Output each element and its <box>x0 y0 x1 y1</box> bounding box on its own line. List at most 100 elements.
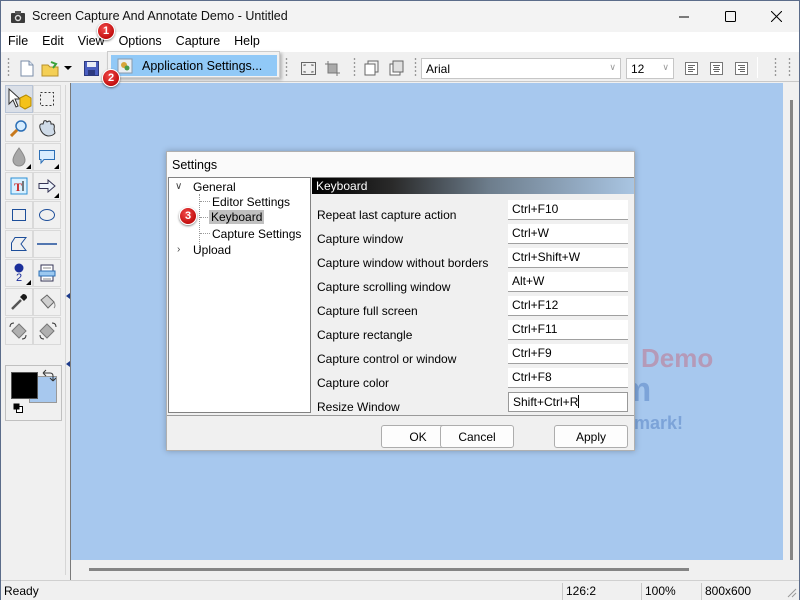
menu-help[interactable]: Help <box>227 32 267 52</box>
rotate-left-tool[interactable] <box>5 317 33 345</box>
shortcut-input[interactable]: Ctrl+F12 <box>508 296 628 316</box>
menu-edit[interactable]: Edit <box>35 32 71 52</box>
app-camera-icon <box>11 11 25 23</box>
reset-colors-icon[interactable] <box>13 403 24 414</box>
shortcut-input[interactable]: Alt+W <box>508 272 628 292</box>
toolbar-grip[interactable] <box>788 57 791 78</box>
fit-to-screen-button[interactable] <box>298 58 318 78</box>
keyboard-settings-panel: Keyboard Repeat last capture action Ctrl… <box>312 177 634 414</box>
toolbar-grip[interactable] <box>414 57 417 78</box>
swap-colors-icon[interactable] <box>42 369 56 383</box>
arrow-tool[interactable] <box>33 172 61 200</box>
shortcut-input-value: Shift+Ctrl+R <box>513 395 579 409</box>
shortcut-input[interactable]: Ctrl+W <box>508 224 628 244</box>
ellipse-tool[interactable] <box>33 201 61 229</box>
foreground-color-swatch[interactable] <box>11 372 38 399</box>
tree-node-capture-settings[interactable]: Capture Settings <box>212 227 301 241</box>
title-bar: Screen Capture And Annotate Demo - Untit… <box>1 1 799 32</box>
close-icon <box>770 11 782 22</box>
new-document-icon <box>20 60 34 76</box>
shortcut-input-focused[interactable]: Shift+Ctrl+R <box>508 392 628 412</box>
pan-tool[interactable] <box>33 114 61 142</box>
save-button[interactable] <box>81 58 101 78</box>
shortcut-label: Capture window without borders <box>317 256 489 270</box>
polygon-tool[interactable] <box>5 230 33 258</box>
align-left-button[interactable] <box>681 58 701 78</box>
shortcut-input[interactable]: Ctrl+F10 <box>508 200 628 220</box>
send-back-icon <box>389 60 404 76</box>
select-tool[interactable] <box>5 85 33 113</box>
menu-capture[interactable]: Capture <box>169 32 227 52</box>
font-size-combo[interactable]: 12 ∨ <box>626 58 674 79</box>
shortcut-label: Resize Window <box>317 400 400 414</box>
open-dropdown-button[interactable] <box>63 58 73 78</box>
bring-front-icon <box>364 60 379 76</box>
shortcut-input[interactable]: Ctrl+F9 <box>508 344 628 364</box>
text-caret <box>578 395 580 408</box>
number-tool[interactable]: 2 <box>5 259 33 287</box>
rectangle-select-tool[interactable] <box>33 85 61 113</box>
toolbar-grip[interactable] <box>7 57 10 78</box>
rotate-right-icon <box>39 322 57 340</box>
zoom-tool[interactable] <box>5 114 33 142</box>
cancel-button[interactable]: Cancel <box>440 425 514 448</box>
horizontal-scrollbar[interactable] <box>89 568 689 571</box>
tree-node-keyboard[interactable]: Keyboard <box>209 210 265 224</box>
rectangle-tool[interactable] <box>5 201 33 229</box>
rotate-right-tool[interactable] <box>33 317 61 345</box>
new-button[interactable] <box>17 58 37 78</box>
tree-node-upload[interactable]: Upload <box>193 243 231 257</box>
maximize-button[interactable] <box>707 1 753 32</box>
shortcut-input[interactable]: Ctrl+F8 <box>508 368 628 388</box>
align-left-icon <box>684 61 698 75</box>
tree-line <box>200 201 210 202</box>
text-icon: T <box>10 177 28 195</box>
color-picker-tool[interactable] <box>5 288 33 316</box>
shortcut-input[interactable]: Ctrl+F11 <box>508 320 628 340</box>
chevron-down-icon[interactable]: ∨ <box>175 181 182 192</box>
paint-bucket-tool[interactable] <box>33 288 61 316</box>
toolbar-grip[interactable] <box>353 57 356 78</box>
shortcut-label: Capture rectangle <box>317 328 413 342</box>
chevron-right-icon[interactable]: › <box>177 244 180 255</box>
tree-node-general[interactable]: General <box>193 180 236 194</box>
submenu-corner-icon <box>26 280 31 285</box>
align-center-button[interactable] <box>706 58 726 78</box>
toolbar-grip[interactable] <box>285 57 288 78</box>
close-button[interactable] <box>753 1 799 32</box>
font-name-value: Arial <box>426 62 451 76</box>
bring-to-front-button[interactable] <box>362 58 382 78</box>
pointer-icon <box>8 88 32 110</box>
text-tool[interactable]: T <box>5 172 33 200</box>
send-to-back-button[interactable] <box>387 58 407 78</box>
menu-options[interactable]: Options <box>111 32 169 52</box>
tree-node-editor-settings[interactable]: Editor Settings <box>212 195 290 209</box>
shortcut-label: Capture window <box>317 232 404 246</box>
highlight-tool[interactable] <box>33 259 61 287</box>
apply-button[interactable]: Apply <box>554 425 628 448</box>
rectangle-icon <box>12 209 26 221</box>
fit-screen-icon <box>300 61 316 75</box>
color-selector <box>5 365 62 421</box>
align-right-button[interactable] <box>731 58 751 78</box>
menu-item-application-settings[interactable]: Application Settings... <box>111 55 277 76</box>
font-name-combo[interactable]: Arial ∨ <box>421 58 621 79</box>
image-size: 800x600 <box>701 583 761 600</box>
watermark-text: Demo <box>641 343 714 373</box>
save-disk-icon <box>83 60 99 76</box>
open-button[interactable] <box>41 58 61 78</box>
menu-file[interactable]: File <box>1 32 35 52</box>
vertical-scrollbar[interactable] <box>790 100 793 560</box>
number-tool-label: 2 <box>15 271 23 284</box>
callout-tool[interactable] <box>33 143 61 171</box>
minimize-button[interactable] <box>661 1 707 32</box>
fill-tool[interactable] <box>5 143 33 171</box>
polygon-icon <box>11 237 28 251</box>
app-window: Screen Capture And Annotate Demo - Untit… <box>0 0 800 600</box>
toolbar-grip[interactable] <box>774 57 777 78</box>
shortcut-input[interactable]: Ctrl+Shift+W <box>508 248 628 268</box>
ellipse-icon <box>39 209 55 221</box>
crop-button[interactable] <box>322 58 342 78</box>
resize-grip-icon[interactable] <box>787 588 797 598</box>
line-tool[interactable] <box>33 230 61 258</box>
